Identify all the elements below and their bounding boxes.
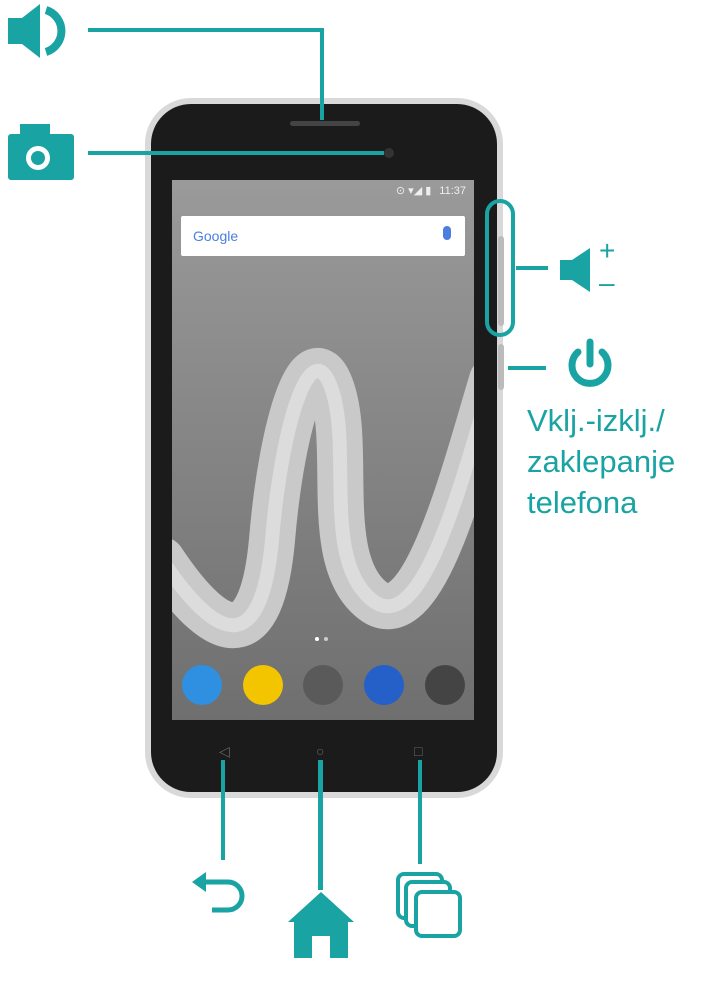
chat-app-icon[interactable]	[364, 665, 404, 705]
google-search-bar[interactable]: Google	[181, 216, 465, 256]
volume-highlight	[485, 199, 515, 337]
camera-app-icon[interactable]	[425, 665, 465, 705]
volume-minus-label: –	[599, 267, 615, 298]
status-time: 11:37	[439, 185, 466, 197]
mic-icon[interactable]	[443, 226, 451, 240]
recent-callout-line	[418, 760, 422, 864]
messages-app-icon[interactable]	[243, 665, 283, 705]
camera-icon	[8, 124, 74, 180]
page-indicator	[315, 637, 331, 641]
apps-drawer-icon[interactable]	[303, 665, 343, 705]
volume-icon	[560, 248, 590, 292]
power-button[interactable]	[498, 344, 504, 390]
speaker-callout-line-h	[88, 28, 324, 32]
google-logo-text: Google	[193, 228, 239, 244]
front-camera	[384, 148, 394, 158]
status-bar: ⊙ ▾◢ ▮ 11:37	[172, 180, 474, 200]
power-label-line1: Vklj.-izklj./	[527, 403, 665, 438]
nav-home-glyph[interactable]: ○	[316, 743, 324, 759]
volume-callout-line	[516, 266, 548, 270]
recent-apps-icon	[396, 872, 462, 938]
phone-screen: ⊙ ▾◢ ▮ 11:37 Google	[172, 180, 474, 720]
nav-recent-glyph[interactable]: □	[414, 743, 422, 759]
nav-back-glyph[interactable]: ◁	[219, 743, 230, 760]
home-callout-line	[318, 760, 323, 890]
power-label-line2: zaklepanje	[527, 444, 676, 479]
speaker-icon	[8, 4, 66, 58]
status-icons: ⊙ ▾◢ ▮	[395, 185, 432, 197]
earpiece	[290, 121, 360, 126]
home-icon	[288, 892, 354, 958]
power-icon	[568, 338, 612, 387]
power-callout-line	[508, 366, 546, 370]
back-icon	[192, 872, 245, 913]
volume-plus-label: +	[599, 235, 616, 266]
speaker-callout-line-v	[320, 28, 324, 120]
camera-callout-line	[88, 151, 384, 155]
phone-app-icon[interactable]	[182, 665, 222, 705]
back-callout-line	[221, 760, 225, 860]
power-label-line3: telefona	[527, 485, 638, 520]
